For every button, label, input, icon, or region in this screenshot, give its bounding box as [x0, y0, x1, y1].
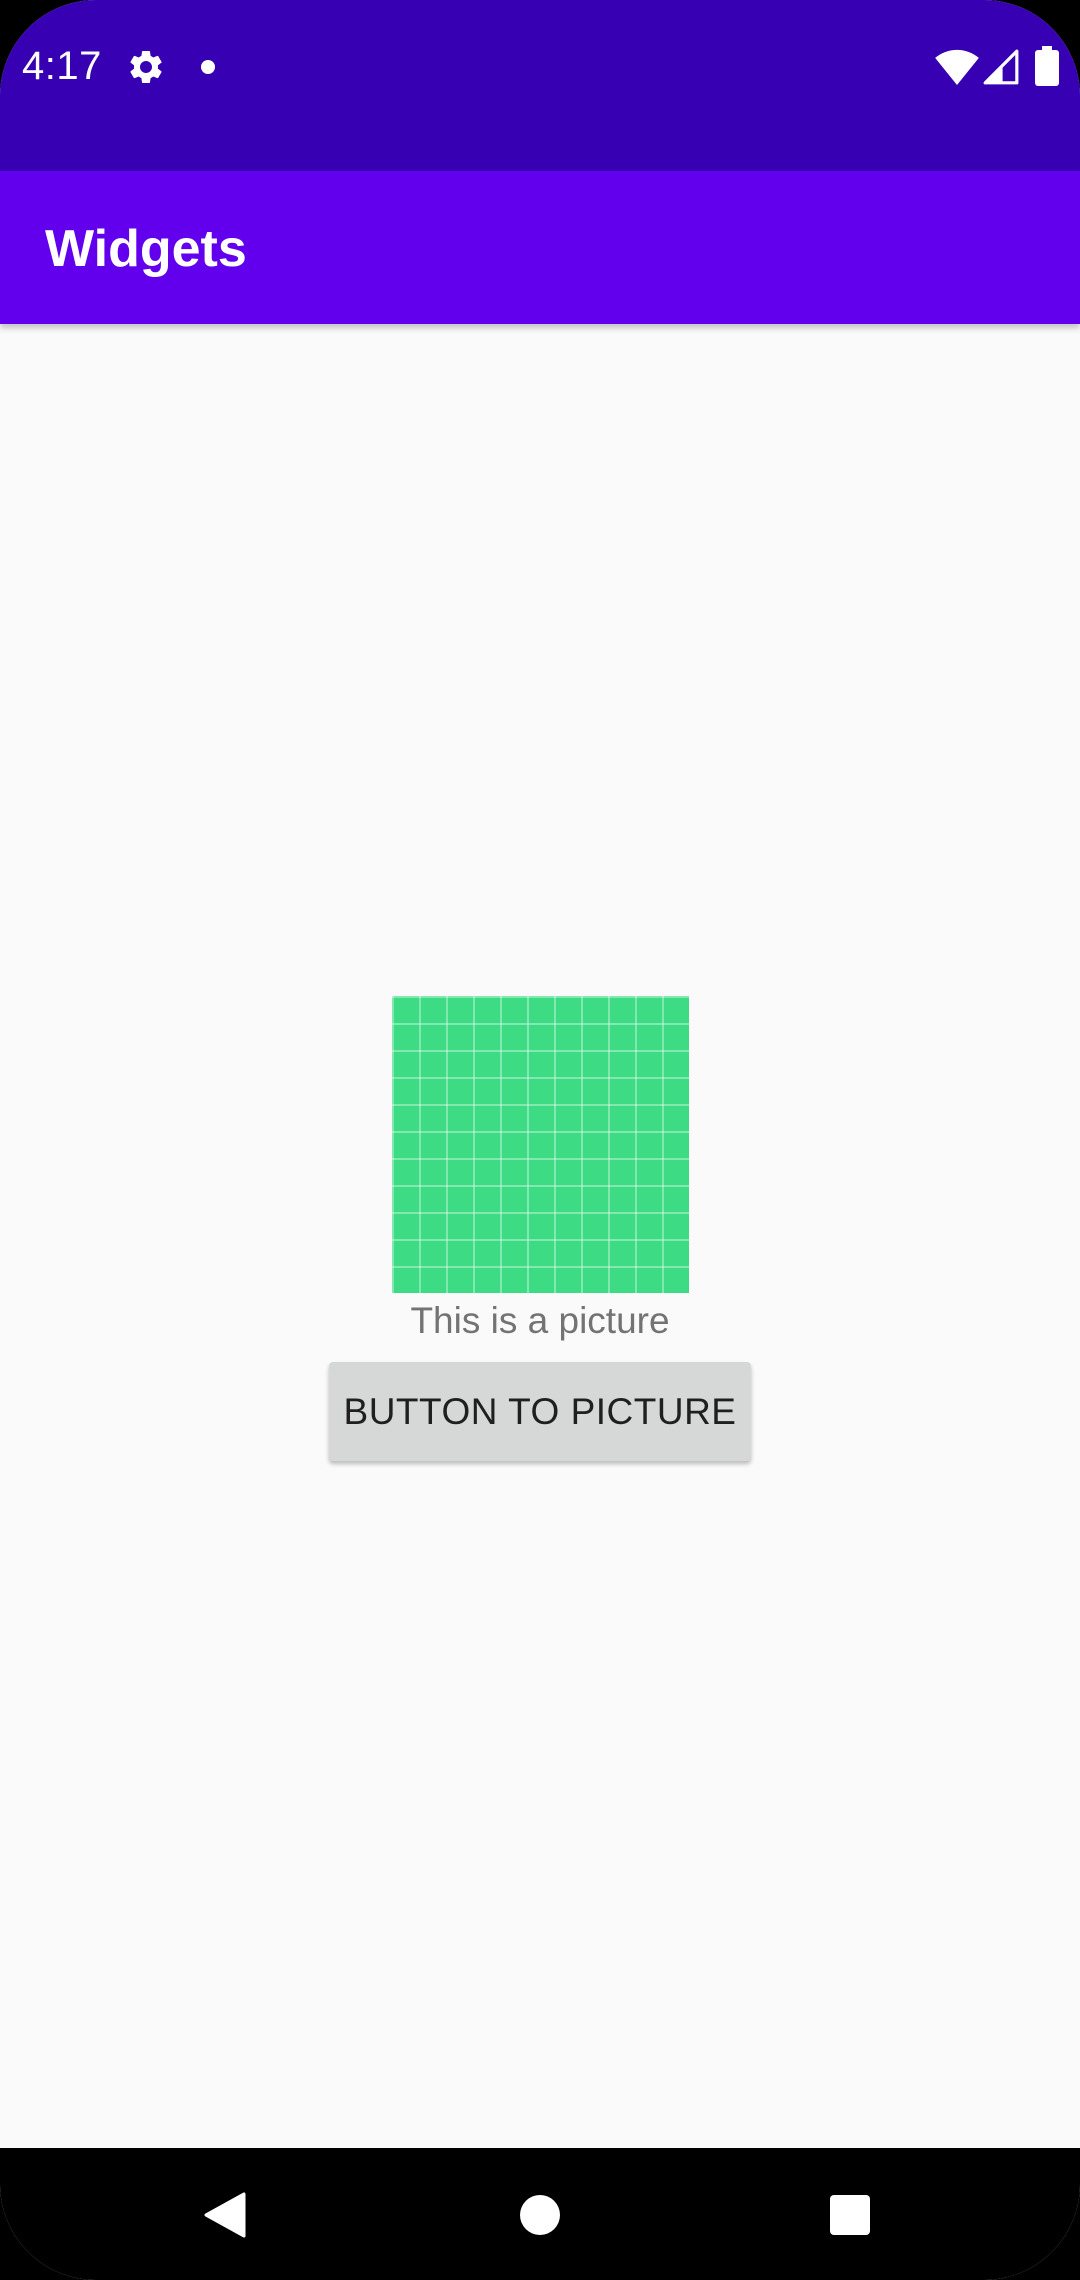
- grid-image-icon: [392, 996, 689, 1293]
- wifi-icon: [935, 49, 979, 86]
- back-icon[interactable]: [204, 2192, 246, 2238]
- main-content: This is a picture BUTTON TO PICTURE: [0, 324, 1080, 2148]
- status-bar: 4:17: [0, 0, 1080, 171]
- cell-signal-icon: [983, 49, 1019, 85]
- button-to-picture[interactable]: BUTTON TO PICTURE: [329, 1362, 751, 1461]
- picture-caption: This is a picture: [410, 1300, 670, 1341]
- navigation-bar: [0, 2148, 1080, 2280]
- notification-dot-icon: [201, 60, 215, 74]
- status-time: 4:17: [22, 44, 102, 88]
- phone-screen: 4:17 Widgets This is a picture BUTTON TO…: [0, 0, 1080, 2280]
- recents-icon[interactable]: [830, 2195, 870, 2235]
- home-icon[interactable]: [520, 2195, 560, 2235]
- gear-icon: [130, 50, 162, 83]
- battery-icon: [1035, 46, 1059, 86]
- app-bar: Widgets: [0, 171, 1080, 324]
- app-title: Widgets: [45, 220, 247, 278]
